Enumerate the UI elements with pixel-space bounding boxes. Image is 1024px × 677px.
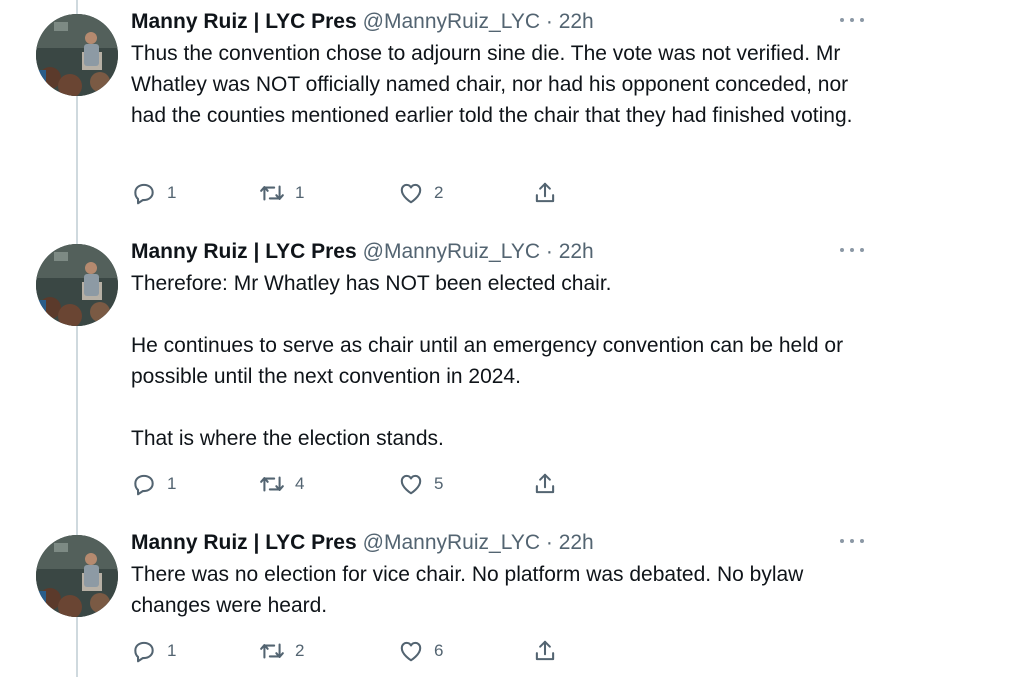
share-icon — [535, 182, 555, 203]
share-icon — [535, 473, 555, 494]
author-name[interactable]: Manny Ruiz | LYC Pres — [131, 10, 357, 33]
tweet-text: There was no election for vice chair. No… — [131, 559, 871, 621]
tweet-header: Manny Ruiz | LYC Pres @MannyRuiz_LYC · 22… — [131, 529, 594, 557]
retweet-icon — [260, 476, 284, 492]
tweet-paragraph: That is where the election stands. — [131, 427, 444, 450]
more-options-icon[interactable] — [840, 535, 864, 547]
like-button[interactable]: 2 — [398, 180, 443, 206]
tweet-paragraph: He continues to serve as chair until an … — [131, 334, 844, 388]
reply-button[interactable]: 1 — [131, 471, 176, 497]
avatar-photo — [36, 535, 118, 617]
header-separator: · — [545, 531, 553, 554]
more-options-icon[interactable] — [840, 14, 864, 26]
author-handle[interactable]: @MannyRuiz_LYC — [363, 240, 540, 263]
like-button[interactable]: 6 — [398, 638, 443, 664]
share-button[interactable] — [532, 180, 558, 206]
retweet-button[interactable]: 2 — [259, 638, 304, 664]
avatar[interactable] — [36, 244, 118, 326]
tweet-timestamp[interactable]: 22h — [559, 10, 594, 33]
author-handle[interactable]: @MannyRuiz_LYC — [363, 531, 540, 554]
share-button[interactable] — [532, 471, 558, 497]
tweet-actions: 1 4 5 — [131, 471, 591, 497]
reply-count: 1 — [167, 183, 177, 202]
author-name[interactable]: Manny Ruiz | LYC Pres — [131, 240, 357, 263]
tweet-actions: 1 1 2 — [131, 180, 591, 206]
tweet-paragraph: Therefore: Mr Whatley has NOT been elect… — [131, 272, 612, 295]
tweet-header: Manny Ruiz | LYC Pres @MannyRuiz_LYC · 22… — [131, 238, 594, 266]
reply-icon — [134, 641, 154, 663]
retweet-count: 4 — [295, 474, 305, 493]
tweet-text: Therefore: Mr Whatley has NOT been elect… — [131, 268, 871, 454]
author-name[interactable]: Manny Ruiz | LYC Pres — [131, 531, 357, 554]
reply-icon — [134, 183, 154, 205]
like-count: 6 — [434, 641, 444, 660]
reply-button[interactable]: 1 — [131, 180, 176, 206]
heart-icon — [400, 183, 422, 204]
tweet-timestamp[interactable]: 22h — [559, 240, 594, 263]
tweet-actions: 1 2 6 — [131, 638, 591, 664]
retweet-count: 1 — [295, 183, 305, 202]
heart-icon — [400, 474, 422, 495]
author-handle[interactable]: @MannyRuiz_LYC — [363, 10, 540, 33]
more-options-icon[interactable] — [840, 244, 864, 256]
heart-icon — [400, 641, 422, 662]
retweet-button[interactable]: 1 — [259, 180, 304, 206]
retweet-count: 2 — [295, 641, 305, 660]
retweet-icon — [260, 185, 284, 201]
reply-count: 1 — [167, 474, 177, 493]
tweet-timestamp[interactable]: 22h — [559, 531, 594, 554]
like-button[interactable]: 5 — [398, 471, 443, 497]
like-count: 2 — [434, 183, 444, 202]
header-separator: · — [545, 240, 553, 263]
reply-button[interactable]: 1 — [131, 638, 176, 664]
tweet-header: Manny Ruiz | LYC Pres @MannyRuiz_LYC · 22… — [131, 8, 594, 36]
reply-icon — [134, 474, 154, 496]
reply-count: 1 — [167, 641, 177, 660]
tweet-text: Thus the convention chose to adjourn sin… — [131, 38, 871, 131]
retweet-icon — [260, 643, 284, 659]
retweet-button[interactable]: 4 — [259, 471, 304, 497]
tweet-paragraph: Thus the convention chose to adjourn sin… — [131, 42, 853, 127]
share-icon — [535, 640, 555, 661]
share-button[interactable] — [532, 638, 558, 664]
header-separator: · — [545, 10, 553, 33]
tweet-paragraph: There was no election for vice chair. No… — [131, 563, 804, 617]
like-count: 5 — [434, 474, 444, 493]
avatar-photo — [36, 14, 118, 96]
avatar[interactable] — [36, 535, 118, 617]
avatar[interactable] — [36, 14, 118, 96]
avatar-photo — [36, 244, 118, 326]
